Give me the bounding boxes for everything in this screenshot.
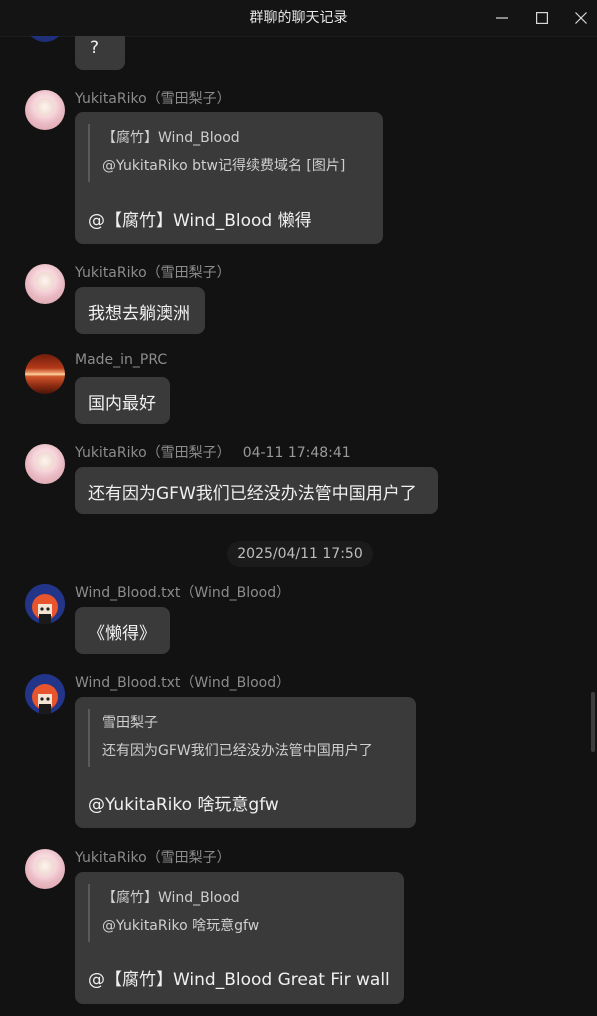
quote-author: 【腐竹】Wind_Blood — [102, 890, 240, 906]
sender-name: Wind_Blood.txt（Wind_Blood） — [75, 585, 291, 601]
message-bubble[interactable]: 雪田梨子 还有因为GFW我们已经没办法管中国用户了 @YukitaRiko 啥玩… — [75, 697, 416, 828]
message-text: @【腐竹】Wind_Blood Great Fir wall — [88, 970, 390, 990]
avatar[interactable] — [25, 264, 65, 304]
message-bubble[interactable]: 【腐竹】Wind_Blood @YukitaRiko btw记得续费域名 [图片… — [75, 112, 383, 244]
close-button[interactable] — [561, 0, 597, 36]
message-text: 我想去躺澳洲 — [88, 304, 190, 324]
message-timestamp: 04-11 17:48:41 — [242, 445, 351, 461]
avatar-character-icon — [25, 674, 65, 714]
maximize-button[interactable] — [522, 0, 562, 36]
quote-author: 雪田梨子 — [102, 715, 158, 731]
sender-name: YukitaRiko（雪田梨子） — [75, 91, 231, 107]
message-bubble[interactable]: 国内最好 — [75, 377, 170, 424]
message-text: @YukitaRiko 啥玩意gfw — [88, 795, 279, 815]
sender-name: Wind_Blood.txt（Wind_Blood） — [75, 675, 291, 691]
message-text: 《懒得》 — [88, 624, 156, 644]
quote-author: 【腐竹】Wind_Blood — [102, 130, 240, 146]
sender-name: Made_in_PRC — [75, 352, 168, 368]
message-text: 还有因为GFW我们已经没办法管中国用户了 — [88, 484, 417, 504]
reply-quote[interactable]: 【腐竹】Wind_Blood @YukitaRiko btw记得续费域名 [图片… — [88, 124, 345, 182]
title-bar: 群聊的聊天记录 — [0, 0, 597, 37]
minimize-icon — [496, 17, 508, 19]
sender-name: YukitaRiko（雪田梨子） 04-11 17:48:41 — [75, 442, 351, 462]
message-bubble[interactable]: 《懒得》 — [75, 607, 170, 654]
message-text: ? — [90, 38, 100, 58]
message-text: @【腐竹】Wind_Blood 懒得 — [88, 211, 312, 231]
reply-quote[interactable]: 【腐竹】Wind_Blood @YukitaRiko 啥玩意gfw — [88, 884, 259, 942]
avatar[interactable] — [25, 36, 65, 42]
avatar-character-icon — [25, 584, 65, 624]
date-divider: 2025/04/11 17:50 — [227, 541, 373, 567]
sender-name-text: YukitaRiko（雪田梨子） — [75, 445, 231, 461]
sender-name: YukitaRiko（雪田梨子） — [75, 265, 231, 281]
avatar[interactable] — [25, 849, 65, 889]
message-bubble[interactable]: 还有因为GFW我们已经没办法管中国用户了 — [75, 467, 438, 514]
avatar[interactable] — [25, 584, 65, 624]
avatar[interactable] — [25, 90, 65, 130]
reply-quote[interactable]: 雪田梨子 还有因为GFW我们已经没办法管中国用户了 — [88, 709, 373, 767]
message-bubble[interactable]: 【腐竹】Wind_Blood @YukitaRiko 啥玩意gfw @【腐竹】W… — [75, 872, 404, 1004]
message-bubble[interactable]: 我想去躺澳洲 — [75, 287, 205, 334]
quote-text: 还有因为GFW我们已经没办法管中国用户了 — [102, 743, 373, 759]
message-bubble[interactable]: ? — [75, 36, 125, 70]
message-text: 国内最好 — [88, 394, 156, 414]
chat-history[interactable]: ? YukitaRiko（雪田梨子） 【腐竹】Wind_Blood @Yukit… — [0, 36, 597, 1016]
avatar[interactable] — [25, 674, 65, 714]
maximize-icon — [536, 12, 548, 24]
quote-text: @YukitaRiko 啥玩意gfw — [102, 918, 260, 934]
scrollbar-thumb[interactable] — [591, 692, 595, 752]
quote-text: @YukitaRiko btw记得续费域名 [图片] — [102, 158, 346, 174]
close-icon — [575, 12, 587, 24]
sender-name: YukitaRiko（雪田梨子） — [75, 850, 231, 866]
avatar[interactable] — [25, 444, 65, 484]
avatar[interactable] — [25, 354, 65, 394]
minimize-button[interactable] — [482, 0, 522, 36]
